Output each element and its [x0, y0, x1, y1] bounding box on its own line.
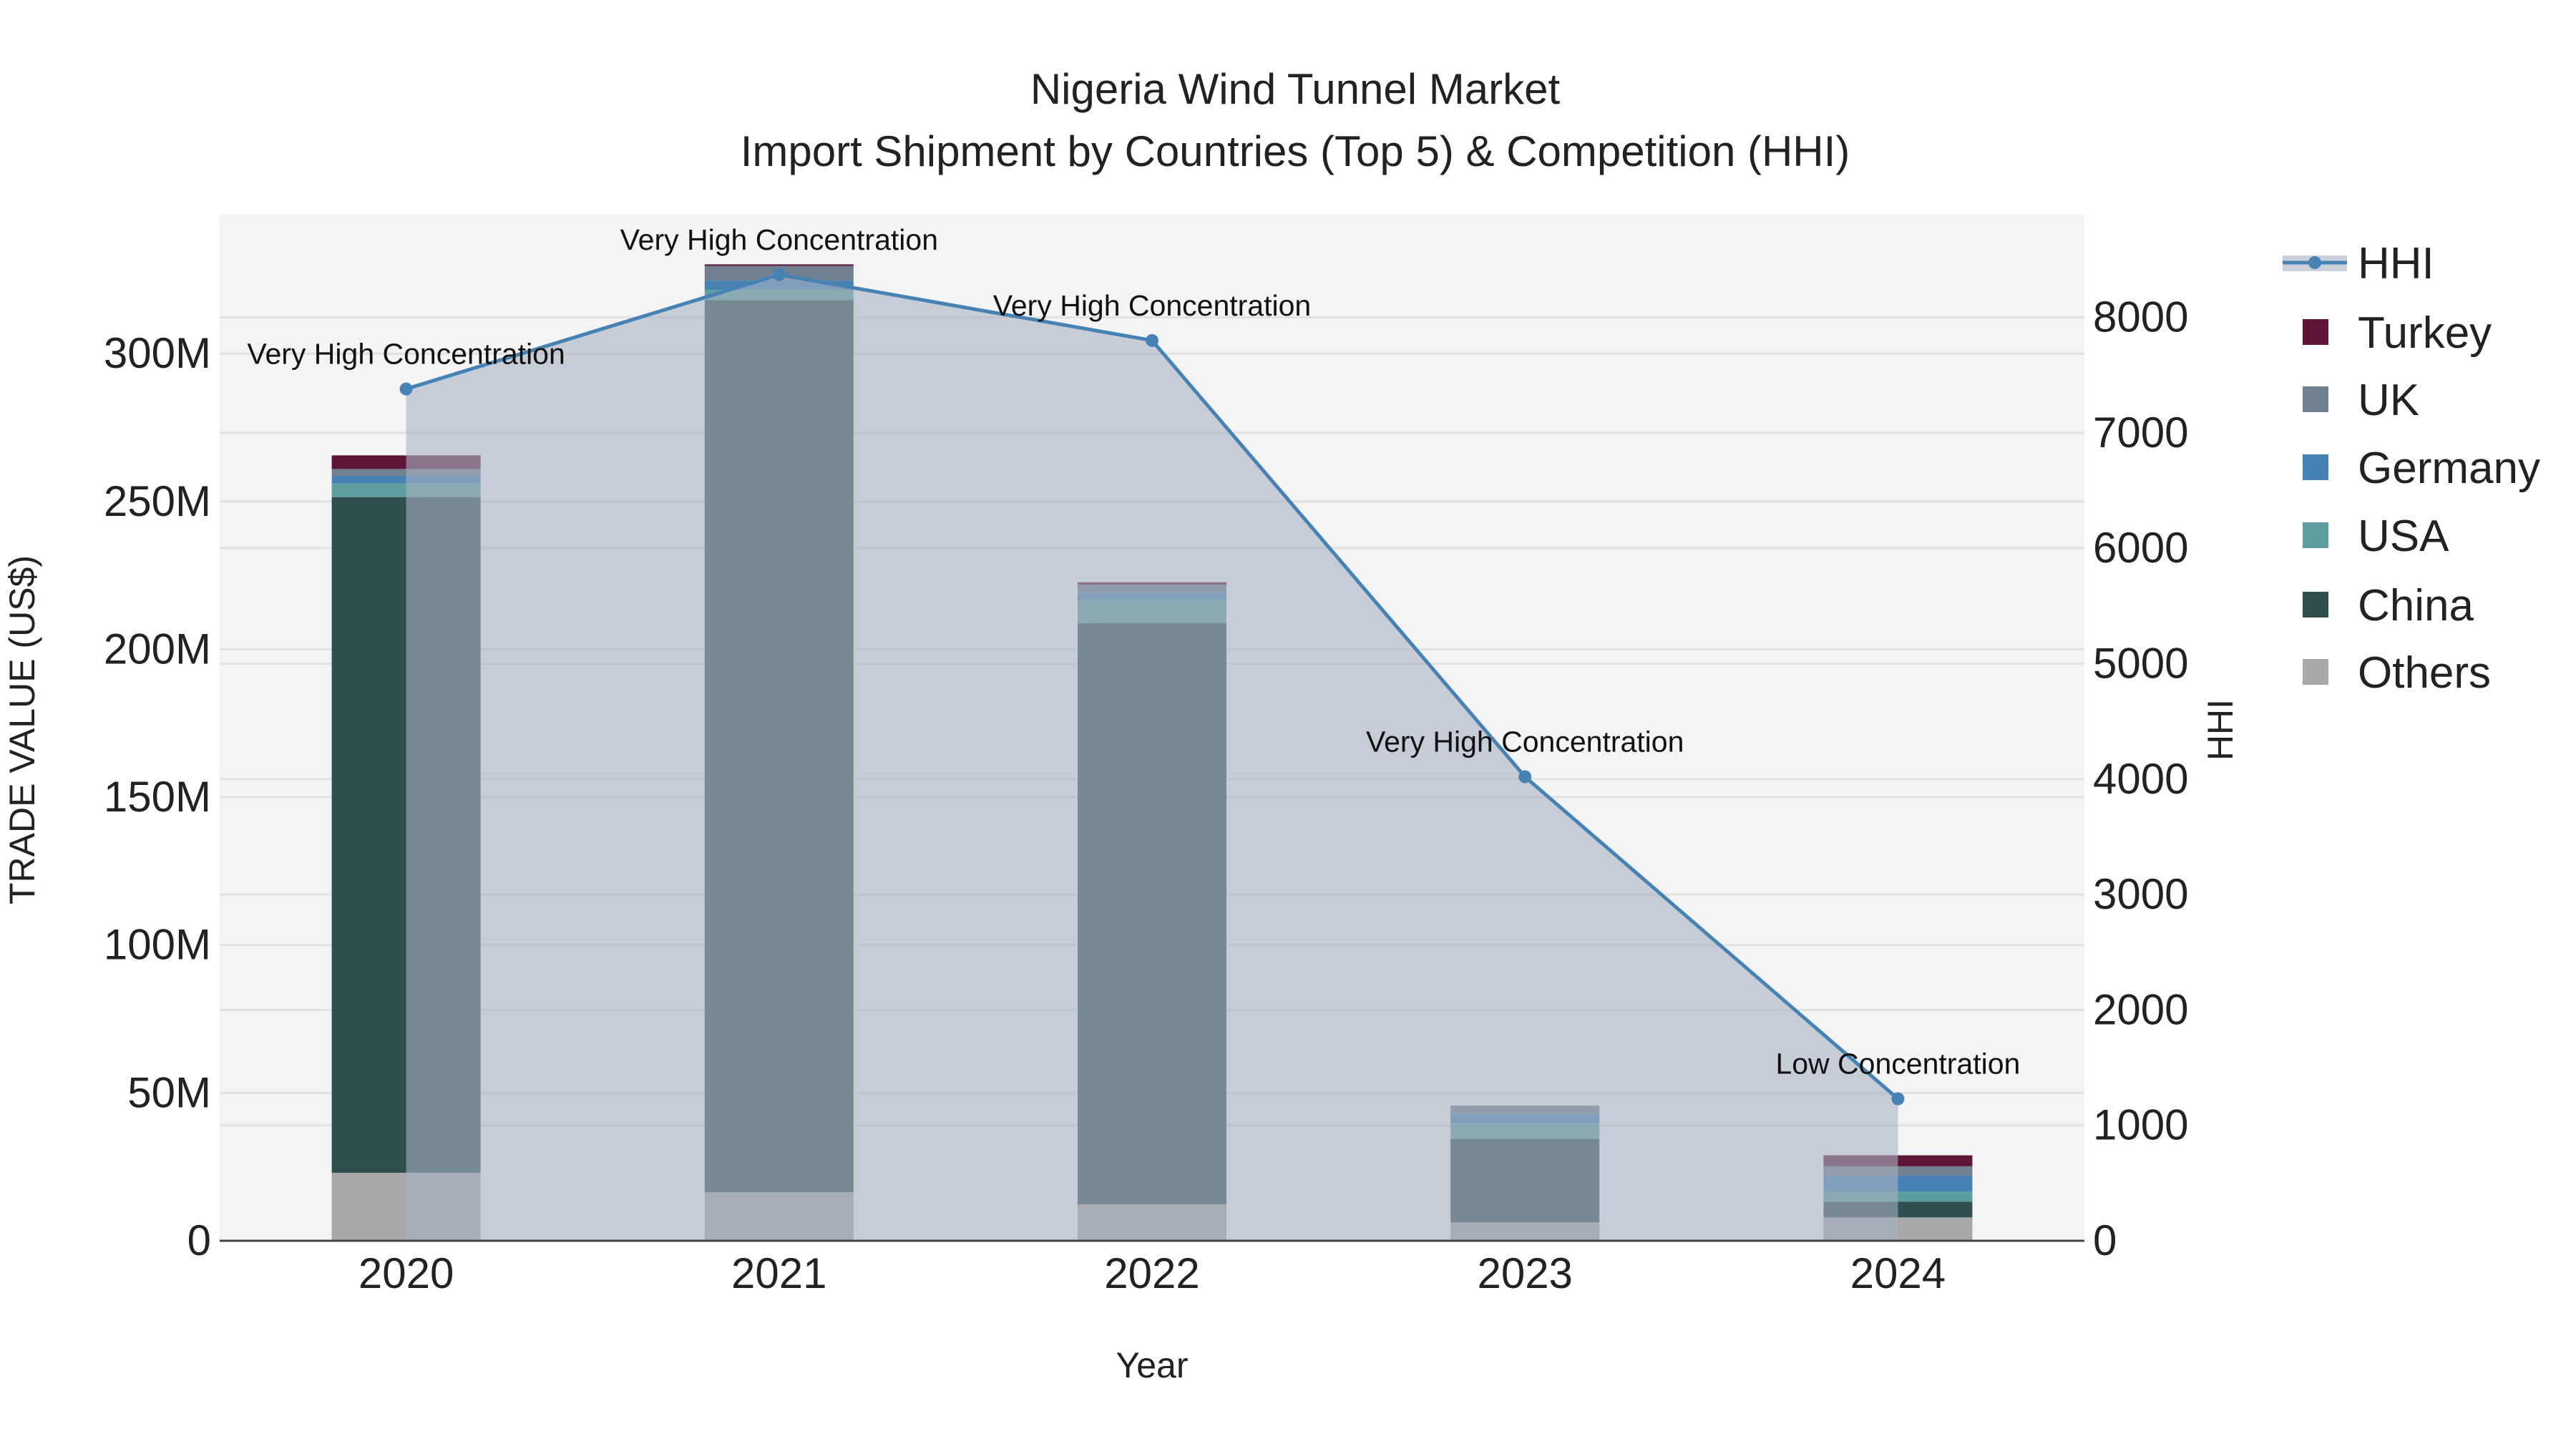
chart-subtitle: Import Shipment by Countries (Top 5) & C… — [741, 127, 1850, 175]
y-axis-ticks: 0 50M 100M 150M 200M 250M 300M — [104, 329, 211, 1264]
y-tick-label: 250M — [104, 477, 211, 525]
legend-swatch-china — [2303, 592, 2328, 618]
legend-label: Others — [2358, 648, 2491, 698]
hhi-point — [1518, 770, 1532, 784]
y2-tick-label: 0 — [2093, 1216, 2117, 1264]
hhi-annotation: Low Concentration — [1775, 1048, 2020, 1080]
legend-label: China — [2358, 581, 2474, 630]
chart-title: Nigeria Wind Tunnel Market — [1030, 65, 1561, 113]
y-tick-label: 200M — [104, 625, 211, 673]
y2-tick-label: 6000 — [2093, 524, 2188, 572]
hhi-annotation: Very High Concentration — [993, 289, 1311, 322]
y2-axis-ticks: 0 1000 2000 3000 4000 5000 6000 7000 8000 — [2093, 293, 2188, 1264]
legend-swatch-uk — [2303, 386, 2328, 412]
legend-swatch-turkey — [2303, 319, 2328, 345]
x-tick-label: 2022 — [1104, 1249, 1199, 1297]
legend-label: UK — [2358, 376, 2419, 425]
hhi-point — [1891, 1092, 1905, 1106]
hhi-point — [1146, 333, 1158, 347]
hhi-point — [772, 268, 786, 281]
hhi-annotation: Very High Concentration — [1366, 726, 1684, 758]
y-tick-label: 100M — [104, 921, 211, 969]
bar-turkey-2021 — [704, 264, 854, 266]
y-axis-title: TRADE VALUE (US$) — [2, 555, 42, 904]
y2-tick-label: 2000 — [2093, 985, 2188, 1033]
x-tick-label: 2020 — [358, 1249, 454, 1297]
y2-tick-label: 7000 — [2093, 409, 2188, 457]
x-axis-title: Year — [1116, 1345, 1188, 1385]
y-tick-label: 0 — [187, 1216, 211, 1264]
legend: HHI Turkey UK Germany USA China Others — [2283, 239, 2540, 698]
y2-tick-label: 1000 — [2093, 1101, 2188, 1149]
y2-axis-title: HHI — [2200, 699, 2240, 761]
y2-tick-label: 3000 — [2093, 870, 2188, 918]
y-tick-label: 50M — [127, 1068, 211, 1116]
x-tick-label: 2024 — [1850, 1249, 1946, 1297]
legend-swatch-others — [2303, 659, 2328, 685]
y-tick-label: 300M — [104, 329, 211, 377]
legend-hhi-marker — [2308, 256, 2321, 269]
legend-label: USA — [2358, 512, 2449, 561]
x-tick-label: 2023 — [1477, 1249, 1572, 1297]
hhi-point — [399, 382, 413, 396]
legend-swatch-usa — [2303, 522, 2328, 548]
hhi-annotation: Very High Concentration — [620, 223, 938, 256]
chart: Very High Concentration Very High Concent… — [2, 65, 2540, 1385]
y-tick-label: 150M — [104, 773, 211, 821]
x-tick-label: 2021 — [731, 1249, 826, 1297]
hhi-annotation: Very High Concentration — [247, 338, 565, 371]
legend-label: HHI — [2358, 239, 2434, 288]
y2-tick-label: 5000 — [2093, 639, 2188, 687]
x-axis-ticks: 2020 2021 2022 2023 2024 — [358, 1249, 1946, 1297]
y2-tick-label: 4000 — [2093, 755, 2188, 803]
legend-swatch-germany — [2303, 454, 2328, 480]
legend-label: Germany — [2358, 444, 2540, 493]
y2-tick-label: 8000 — [2093, 293, 2188, 341]
legend-label: Turkey — [2358, 308, 2492, 358]
